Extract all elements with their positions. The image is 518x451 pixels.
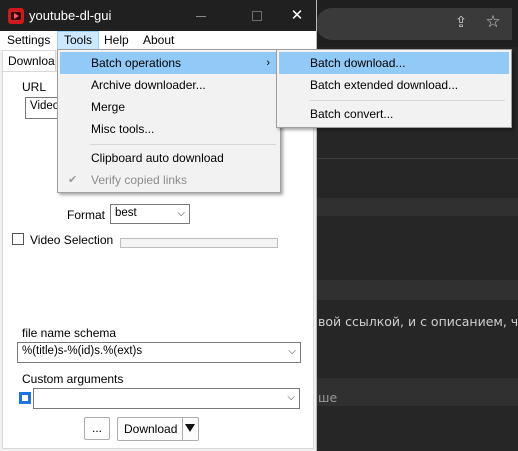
format-select[interactable]: best ⌵ — [110, 204, 190, 224]
format-select-value: best — [115, 207, 137, 219]
download-split-button[interactable]: Download — [117, 417, 199, 441]
menu-bar: Settings Tools Help About — [0, 31, 316, 50]
menu-item-label: Clipboard auto download — [91, 151, 224, 165]
menu-item-label: Batch convert... — [310, 107, 394, 121]
menu-item-label: Batch extended download... — [310, 78, 459, 92]
minimize-button[interactable] — [178, 0, 224, 31]
menu-about[interactable]: About — [137, 31, 180, 50]
file-name-schema-label: file name schema — [22, 326, 117, 340]
share-icon[interactable]: ⇪ — [452, 14, 470, 32]
dropdown-arrow-icon[interactable] — [185, 424, 195, 432]
bookmark-star-icon[interactable]: ☆ — [484, 13, 502, 31]
chevron-down-icon: ⌵ — [288, 346, 296, 357]
app-icon — [8, 8, 24, 24]
title-bar: youtube-dl-gui ✕ — [0, 0, 316, 31]
chevron-down-icon: ⌵ — [177, 208, 185, 219]
tools-menu: Batch operations › Archive downloader...… — [57, 49, 281, 193]
window-title: youtube-dl-gui — [29, 8, 112, 23]
menu-item-verify-copied-links: ✔ Verify copied links — [60, 169, 278, 191]
minimize-icon — [196, 15, 206, 17]
url-label: URL — [22, 80, 47, 94]
chevron-down-icon: ⌵ — [287, 392, 295, 403]
download-button-label: Download — [124, 422, 178, 436]
menu-item-batch-operations[interactable]: Batch operations › — [60, 52, 278, 74]
url-input[interactable]: Video — [25, 97, 59, 119]
menu-item-archive-downloader[interactable]: Archive downloader... — [60, 74, 278, 96]
video-selection-label: Video Selection — [30, 233, 114, 247]
menu-item-label: Verify copied links — [91, 173, 188, 187]
browser-text-line: ше — [318, 390, 338, 405]
menu-item-batch-extended-download[interactable]: Batch extended download... — [279, 74, 509, 96]
more-options-button[interactable]: ... — [84, 417, 110, 440]
menu-item-clipboard-auto-download[interactable]: Clipboard auto download — [60, 147, 278, 169]
page-band — [316, 280, 518, 300]
menu-item-label: Batch download... — [310, 56, 406, 70]
menu-help[interactable]: Help — [98, 31, 135, 50]
menu-item-misc-tools[interactable]: Misc tools... — [60, 118, 278, 140]
video-selection-checkbox[interactable] — [12, 233, 24, 245]
close-icon: ✕ — [290, 7, 304, 24]
custom-arguments-label: Custom arguments — [22, 372, 124, 386]
close-button[interactable]: ✕ — [274, 0, 320, 31]
menu-item-label: Misc tools... — [91, 122, 155, 136]
batch-operations-submenu: Batch download... Batch extended downloa… — [276, 49, 512, 128]
menu-item-label: Archive downloader... — [91, 78, 206, 92]
split-divider — [182, 418, 183, 440]
browser-address-bar[interactable] — [316, 8, 512, 40]
menu-separator — [90, 144, 276, 145]
tab-download[interactable]: Downloa — [2, 50, 56, 72]
browser-text-line: вой ссылкой, и с описанием, ч — [318, 314, 518, 329]
menu-item-label: Batch operations — [91, 56, 182, 70]
divider — [316, 158, 518, 159]
menu-tools[interactable]: Tools — [57, 31, 100, 50]
page-band — [316, 198, 518, 216]
menu-item-label: Merge — [91, 100, 126, 114]
menu-settings[interactable]: Settings — [1, 31, 56, 50]
maximize-icon — [252, 11, 262, 22]
custom-arguments-input[interactable]: ⌵ — [33, 388, 300, 409]
page-band — [316, 378, 518, 406]
custom-arguments-checkbox[interactable] — [19, 392, 31, 404]
file-name-schema-value: %(title)s-%(id)s.%(ext)s — [22, 345, 143, 357]
file-name-schema-input[interactable]: %(title)s-%(id)s.%(ext)s ⌵ — [17, 342, 301, 363]
menu-separator — [309, 100, 505, 101]
video-selection-progress-bar — [120, 238, 278, 248]
menu-item-merge[interactable]: Merge — [60, 96, 278, 118]
checkmark-icon: ✔ — [68, 174, 78, 186]
format-label: Format — [67, 208, 106, 222]
menu-item-batch-convert[interactable]: Batch convert... — [279, 103, 509, 125]
chevron-right-icon: › — [266, 57, 270, 69]
menu-item-batch-download[interactable]: Batch download... — [279, 52, 509, 74]
